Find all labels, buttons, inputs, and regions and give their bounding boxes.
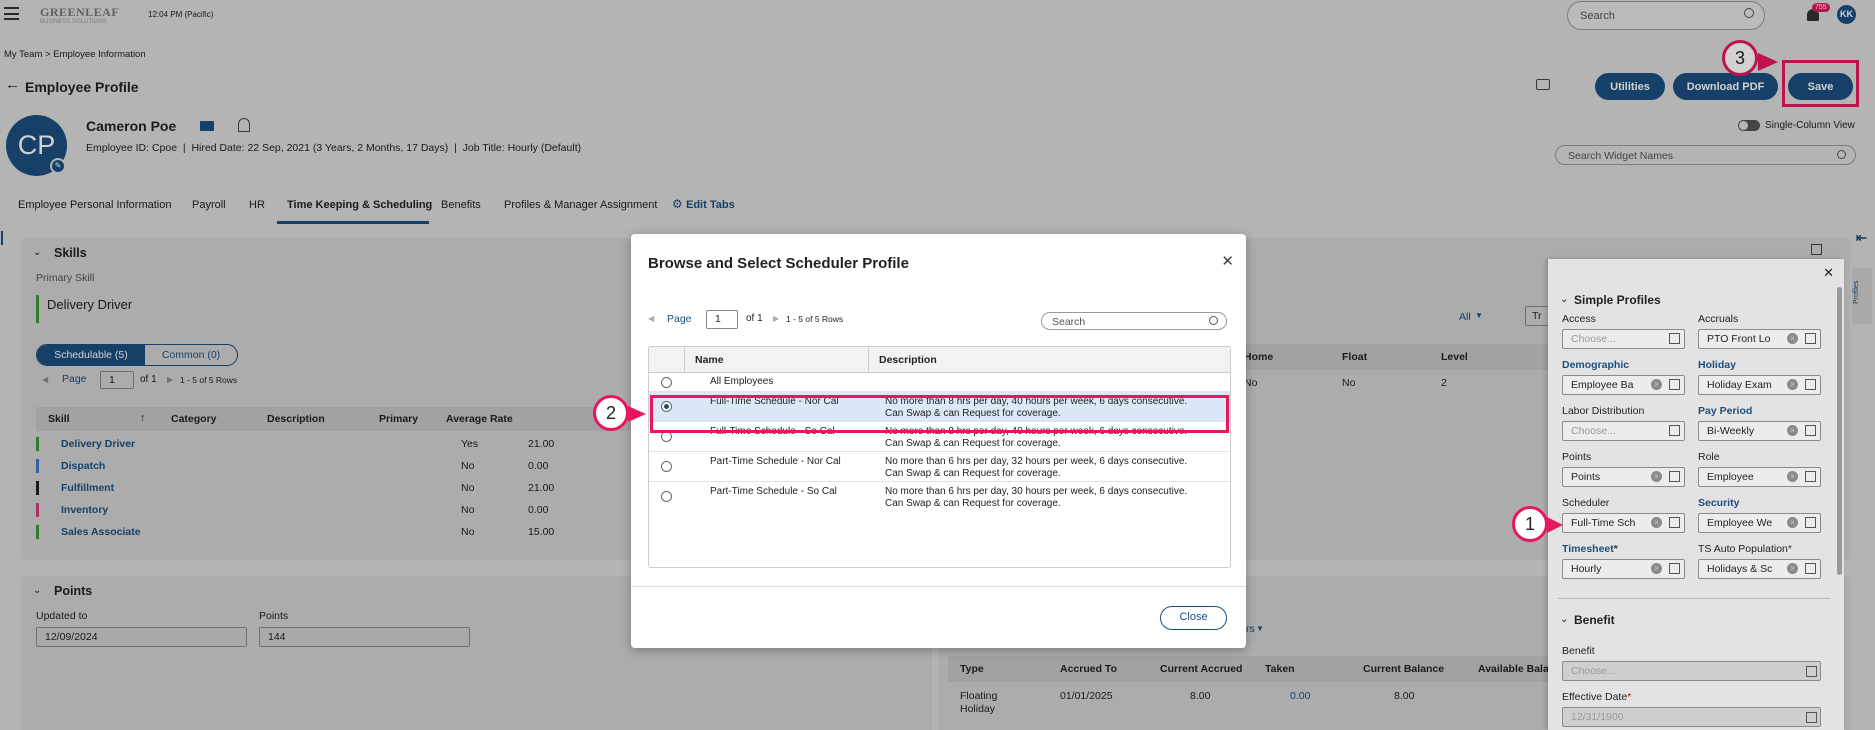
col-description[interactable]: Description [879, 354, 937, 366]
browse-icon[interactable] [1805, 563, 1816, 574]
scheduler-profile-modal: Browse and Select Scheduler Profile ✕ ◀ … [631, 234, 1246, 648]
browse-icon[interactable] [1805, 517, 1816, 528]
profile-description-line2: Can Swap & can Request for coverage. [885, 438, 1061, 449]
profiles-panel: ✕ ⌄ Simple Profiles Access Choose... Accru… [1548, 259, 1844, 730]
clear-icon[interactable]: × [1651, 563, 1662, 574]
effective-date-field[interactable]: 12/31/1900 [1562, 707, 1821, 727]
profile-field-label: Pay Period [1698, 405, 1753, 417]
clear-icon[interactable]: × [1651, 517, 1662, 528]
profile-radio[interactable] [661, 491, 672, 502]
profile-field-label: Access [1562, 313, 1596, 325]
callout-1: 1 [1512, 506, 1548, 542]
browse-icon[interactable] [1669, 379, 1680, 390]
clear-icon[interactable]: × [1787, 425, 1798, 436]
clear-icon[interactable]: × [1787, 379, 1798, 390]
profile-field-access[interactable]: Choose... [1562, 329, 1685, 349]
modal-search-placeholder: Search [1052, 316, 1086, 328]
profile-field-label: Scheduler [1562, 497, 1610, 509]
prev-page-icon[interactable]: ◀ [648, 314, 654, 323]
modal-page-of: of 1 [746, 313, 763, 324]
profile-name: All Employees [710, 376, 774, 387]
browse-icon[interactable] [1669, 425, 1680, 436]
browse-icon[interactable] [1805, 425, 1816, 436]
close-icon[interactable]: ✕ [1221, 252, 1234, 270]
profile-field-points[interactable]: Points [1562, 467, 1685, 487]
profile-field-demographic[interactable]: Employee Ba [1562, 375, 1685, 395]
panel-scrollbar[interactable] [1837, 287, 1842, 575]
profile-field-label: TS Auto Population* [1698, 543, 1792, 555]
profile-field-label: Security [1698, 497, 1740, 509]
selected-row-highlight [650, 395, 1229, 433]
col-name[interactable]: Name [695, 354, 724, 366]
browse-icon[interactable] [1806, 666, 1817, 677]
clear-icon[interactable]: × [1651, 379, 1662, 390]
profile-field-label: Holiday [1698, 359, 1736, 371]
modal-table-header: Name Description [649, 347, 1230, 373]
modal-page-label: Page [667, 313, 692, 325]
clear-icon[interactable]: × [1787, 517, 1798, 528]
profile-name: Part-Time Schedule - So Cal [710, 486, 837, 497]
list-item[interactable]: All Employees [649, 373, 1230, 391]
clear-icon[interactable]: × [1787, 333, 1798, 344]
modal-title: Browse and Select Scheduler Profile [648, 255, 909, 272]
browse-icon[interactable] [1805, 471, 1816, 482]
callout-1-arrow [1547, 517, 1563, 533]
close-icon[interactable]: ✕ [1823, 265, 1834, 281]
profile-field-labor-distribution[interactable]: Choose... [1562, 421, 1685, 441]
profile-field-security[interactable]: Employee We [1698, 513, 1821, 533]
modal-page-input[interactable]: 1 [706, 310, 738, 329]
list-item[interactable]: Part-Time Schedule - Nor Cal No more than… [649, 451, 1230, 481]
profile-field-timesheet[interactable]: Hourly [1562, 559, 1685, 579]
profile-radio[interactable] [661, 377, 672, 388]
clear-icon[interactable]: × [1787, 563, 1798, 574]
next-page-icon[interactable]: ▶ [773, 314, 779, 323]
profile-description: No more than 6 hrs per day, 30 hours per… [885, 486, 1188, 497]
profile-field-label: Points [1562, 451, 1592, 463]
browse-icon[interactable] [1669, 333, 1680, 344]
profile-fields: Access Choose... Accruals PTO Front Lo × Demo… [1548, 313, 1844, 593]
chevron-down-icon[interactable]: ⌄ [1560, 614, 1568, 625]
effective-date-label: Effective Date* [1562, 691, 1632, 703]
profile-field-label: Demographic [1562, 359, 1630, 371]
list-item[interactable]: Part-Time Schedule - So Cal No more than … [649, 481, 1230, 511]
simple-profiles-title: Simple Profiles [1574, 293, 1661, 307]
chevron-down-icon[interactable]: ⌄ [1560, 294, 1568, 305]
profile-field-pay-period[interactable]: Bi-Weekly [1698, 421, 1821, 441]
search-icon[interactable] [1209, 316, 1218, 325]
calendar-icon[interactable] [1806, 712, 1817, 723]
profile-description-line2: Can Swap & can Request for coverage. [885, 468, 1061, 479]
profile-field-accruals[interactable]: PTO Front Lo [1698, 329, 1821, 349]
profile-field-label: Labor Distribution [1562, 405, 1645, 417]
browse-icon[interactable] [1669, 471, 1680, 482]
profile-field-holiday[interactable]: Holiday Exam [1698, 375, 1821, 395]
profile-field-role[interactable]: Employee [1698, 467, 1821, 487]
profile-field-label: Accruals [1698, 313, 1739, 325]
profile-field-ts-auto-population[interactable]: Holidays & Sc [1698, 559, 1821, 579]
profile-field-scheduler[interactable]: Full-Time Sch [1562, 513, 1685, 533]
section-divider [1558, 598, 1830, 599]
modal-page-rows: 1 - 5 of 5 Rows [786, 314, 844, 324]
modal-search-input[interactable]: Search [1041, 312, 1227, 330]
browse-icon[interactable] [1805, 379, 1816, 390]
modal-footer-divider [631, 586, 1246, 587]
close-button[interactable]: Close [1160, 606, 1227, 630]
profile-name: Part-Time Schedule - Nor Cal [710, 456, 841, 467]
profile-field-label: Timesheet* [1562, 543, 1618, 555]
clear-icon[interactable]: × [1787, 471, 1798, 482]
modal-table: Name Description All Employees Full-Time … [648, 346, 1231, 568]
benefit-section-title: Benefit [1574, 613, 1615, 627]
profile-radio[interactable] [661, 461, 672, 472]
browse-icon[interactable] [1669, 563, 1680, 574]
profile-description-line2: Can Swap & can Request for coverage. [885, 498, 1061, 509]
profile-field-label: Role [1698, 451, 1720, 463]
benefit-label: Benefit [1562, 645, 1595, 657]
clear-icon[interactable]: × [1651, 471, 1662, 482]
callout-2: 2 [593, 395, 629, 431]
benefit-field[interactable]: Choose... [1562, 661, 1821, 681]
callout-2-arrow [628, 406, 646, 422]
browse-icon[interactable] [1669, 517, 1680, 528]
browse-icon[interactable] [1805, 333, 1816, 344]
profile-description: No more than 6 hrs per day, 32 hours per… [885, 456, 1188, 467]
